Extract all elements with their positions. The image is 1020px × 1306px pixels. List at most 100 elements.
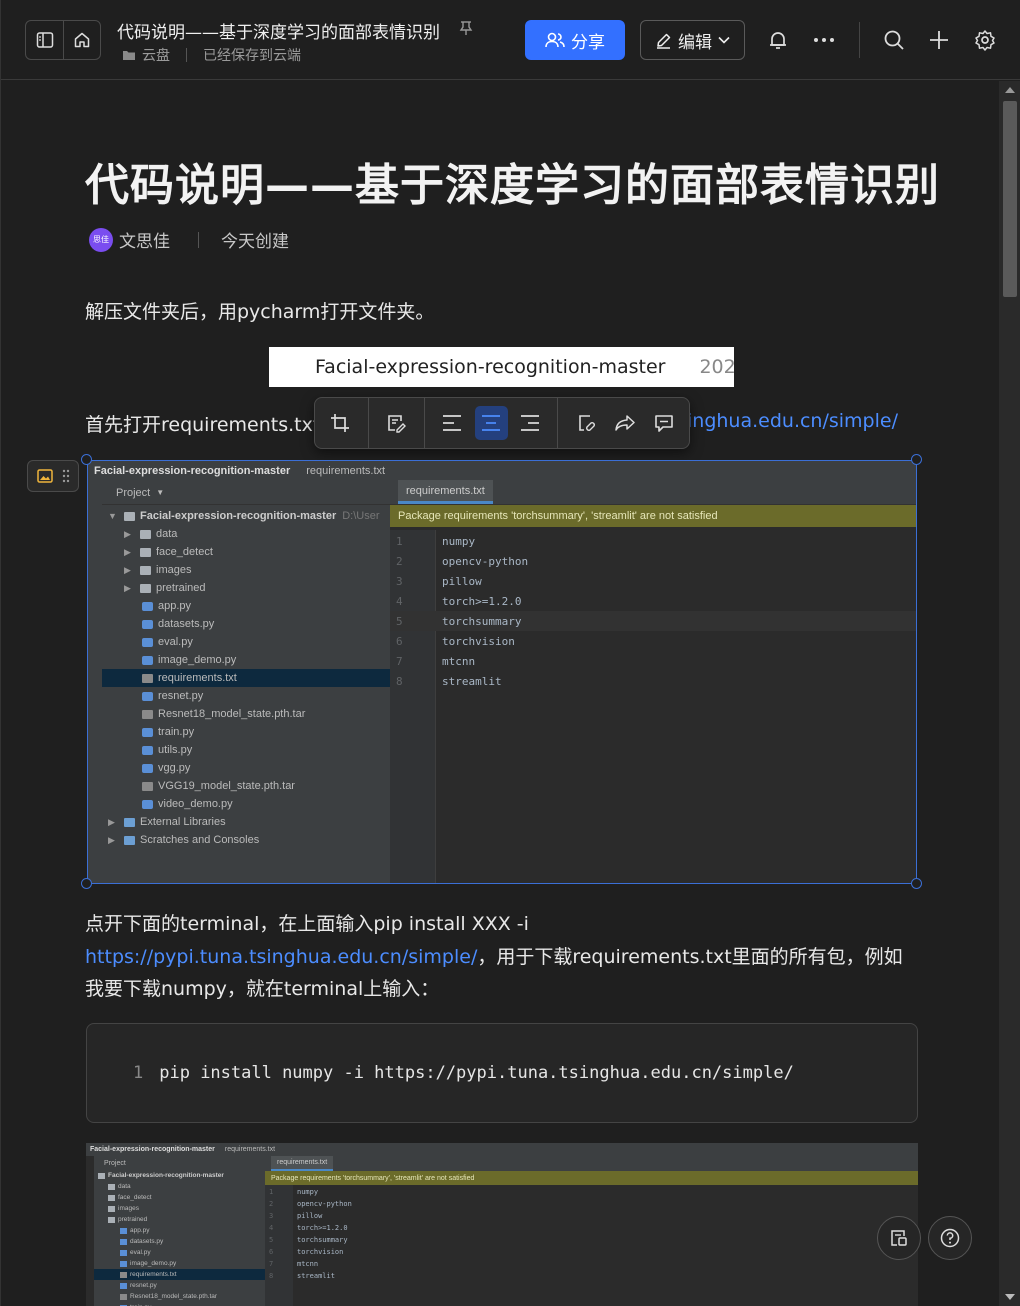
tree-item[interactable]: resnet.py [102,687,390,705]
forward-button[interactable] [608,406,641,440]
code-row[interactable]: 2 opencv-python [390,551,916,571]
tree-item[interactable]: datasets.py [102,615,390,633]
tree-item[interactable]: ▶ External Libraries [102,813,390,831]
annotate-button[interactable] [380,406,413,440]
block-handle[interactable] [27,460,79,492]
paragraph-1[interactable]: 解压文件夹后，用pycharm打开文件夹。 [85,297,434,324]
scroll-down-arrow[interactable] [1005,1294,1015,1300]
copy-link-button[interactable] [569,406,602,440]
paragraph-3-line-2[interactable]: https://pypi.tuna.tsinghua.edu.cn/simple… [85,942,903,969]
code-row[interactable]: 1 numpy [390,531,916,551]
avatar[interactable]: 思佳 [89,227,113,252]
tree-item[interactable]: app.py [102,597,390,615]
edit-mode-button[interactable]: 编辑 [640,20,745,60]
code-row[interactable]: 4 torch>=1.2.0 [390,591,916,611]
scroll-thumb[interactable] [1003,101,1017,297]
code-block[interactable]: 1 pip install numpy -i https://pypi.tuna… [86,1023,918,1123]
tree-item[interactable]: image_demo.py [94,1258,265,1269]
code-row[interactable]: 3 pillow [265,1210,352,1222]
align-center-button[interactable] [474,406,508,440]
toolbar-divider [423,397,425,449]
help-button[interactable] [928,1216,972,1260]
line-text: streamlit [297,1272,335,1280]
code-row[interactable]: 6 torchvision [390,631,916,651]
code-row[interactable]: 8 streamlit [390,671,916,691]
home-button[interactable] [63,21,100,59]
code-row[interactable]: 7 mtcnn [265,1258,352,1270]
code-row[interactable]: 7 mtcnn [390,651,916,671]
more-options-button[interactable] [808,24,840,56]
resize-handle-br[interactable] [911,878,922,889]
tree-item[interactable]: face_detect [94,1192,265,1203]
folder-name-image[interactable]: Facial-expression-recognition-master 202 [269,347,734,387]
paragraph-3-line-1[interactable]: 点开下面的terminal，在上面输入pip install XXX -i [85,909,529,936]
resize-handle-tr[interactable] [911,454,922,465]
tree-item[interactable]: Resnet18_model_state.pth.tar [94,1291,265,1302]
tree-item[interactable]: ▶ data [102,525,390,543]
code-row[interactable]: 4 torch>=1.2.0 [265,1222,352,1234]
document-content: 代码说明——基于深度学习的面部表情识别 思佳 文思佳 今天创建 解压文件夹后，用… [1,81,999,1306]
comment-button[interactable] [647,406,680,440]
paragraph-2[interactable]: 首先打开requirements.txt [85,410,320,437]
code-row[interactable]: 5 torchsummary [265,1234,352,1246]
paragraph-3-line-3[interactable]: 我要下载numpy，就在terminal上输入： [85,974,439,1001]
pin-button[interactable] [459,20,473,40]
settings-button[interactable] [969,24,1001,56]
align-right-button[interactable] [514,406,547,440]
tree-item[interactable]: resnet.py [94,1280,265,1291]
tree-item[interactable]: Resnet18_model_state.pth.tar [102,705,390,723]
code-row[interactable]: 3 pillow [390,571,916,591]
tree-item[interactable]: video_demo.py [102,795,390,813]
mirror-link[interactable]: inghua.edu.cn/simple/ [687,410,898,432]
tree-item[interactable]: pretrained [94,1214,265,1225]
resize-handle-tl[interactable] [81,454,92,465]
header-doc-title[interactable]: 代码说明——基于深度学习的面部表情识别 [117,18,440,43]
tree-item[interactable]: images [94,1203,265,1214]
code-row[interactable]: 2 opencv-python [265,1198,352,1210]
tree-item-label: eval.py [130,1249,151,1256]
tree-item[interactable]: eval.py [102,633,390,651]
code-row[interactable]: 5 torchsummary [390,611,916,631]
outline-button[interactable] [877,1216,921,1260]
resize-handle-bl[interactable] [81,878,92,889]
created-time: 今天创建 [221,232,289,252]
sidebar-toggle-button[interactable] [26,21,63,59]
tree-item[interactable]: eval.py [94,1247,265,1258]
scroll-up-arrow[interactable] [1005,87,1015,93]
code-row[interactable]: 1 numpy [265,1186,352,1198]
share-button[interactable]: 分享 [525,20,625,60]
pencil-icon [657,33,671,49]
new-button[interactable] [923,24,955,56]
tuna-mirror-link[interactable]: https://pypi.tuna.tsinghua.edu.cn/simple… [85,946,477,968]
tree-item[interactable]: utils.py [102,741,390,759]
align-left-button[interactable] [436,406,469,440]
tree-item[interactable]: vgg.py [102,759,390,777]
author-name[interactable]: 文思佳 [119,227,170,252]
notifications-button[interactable] [762,24,794,56]
line-number: 5 [269,1236,274,1244]
tree-item-label: Resnet18_model_state.pth.tar [130,1293,218,1300]
page-title[interactable]: 代码说明——基于深度学习的面部表情识别 [85,149,940,213]
code-row[interactable]: 6 torchvision [265,1246,352,1258]
tree-item[interactable]: data [94,1181,265,1192]
crop-button[interactable] [324,406,357,440]
ide-screenshot-image-2[interactable]: Facial-expression-recognition-master req… [86,1143,918,1306]
breadcrumb-location[interactable]: 云盘 [142,45,170,65]
tree-item[interactable]: ▶ face_detect [102,543,390,561]
ide-screenshot-image[interactable]: Facial-expression-recognition-master req… [87,460,917,884]
tree-item[interactable]: ▶ images [102,561,390,579]
search-button[interactable] [878,24,910,56]
tree-item[interactable]: image_demo.py [102,651,390,669]
tree-item-label: face_detect [156,546,213,558]
tree-item[interactable]: train.py [102,723,390,741]
tree-item[interactable]: ▶ Scratches and Consoles [102,831,390,849]
tree-item[interactable]: ▶ pretrained [102,579,390,597]
tree-item[interactable]: datasets.py [94,1236,265,1247]
vertical-scrollbar[interactable] [999,81,1020,1306]
tree-item[interactable]: requirements.txt [102,669,390,687]
tree-item[interactable]: train.py [94,1302,265,1306]
code-row[interactable]: 8 streamlit [265,1270,352,1282]
tree-item[interactable]: VGG19_model_state.pth.tar [102,777,390,795]
tree-item[interactable]: app.py [94,1225,265,1236]
tree-item[interactable]: requirements.txt [94,1269,265,1280]
